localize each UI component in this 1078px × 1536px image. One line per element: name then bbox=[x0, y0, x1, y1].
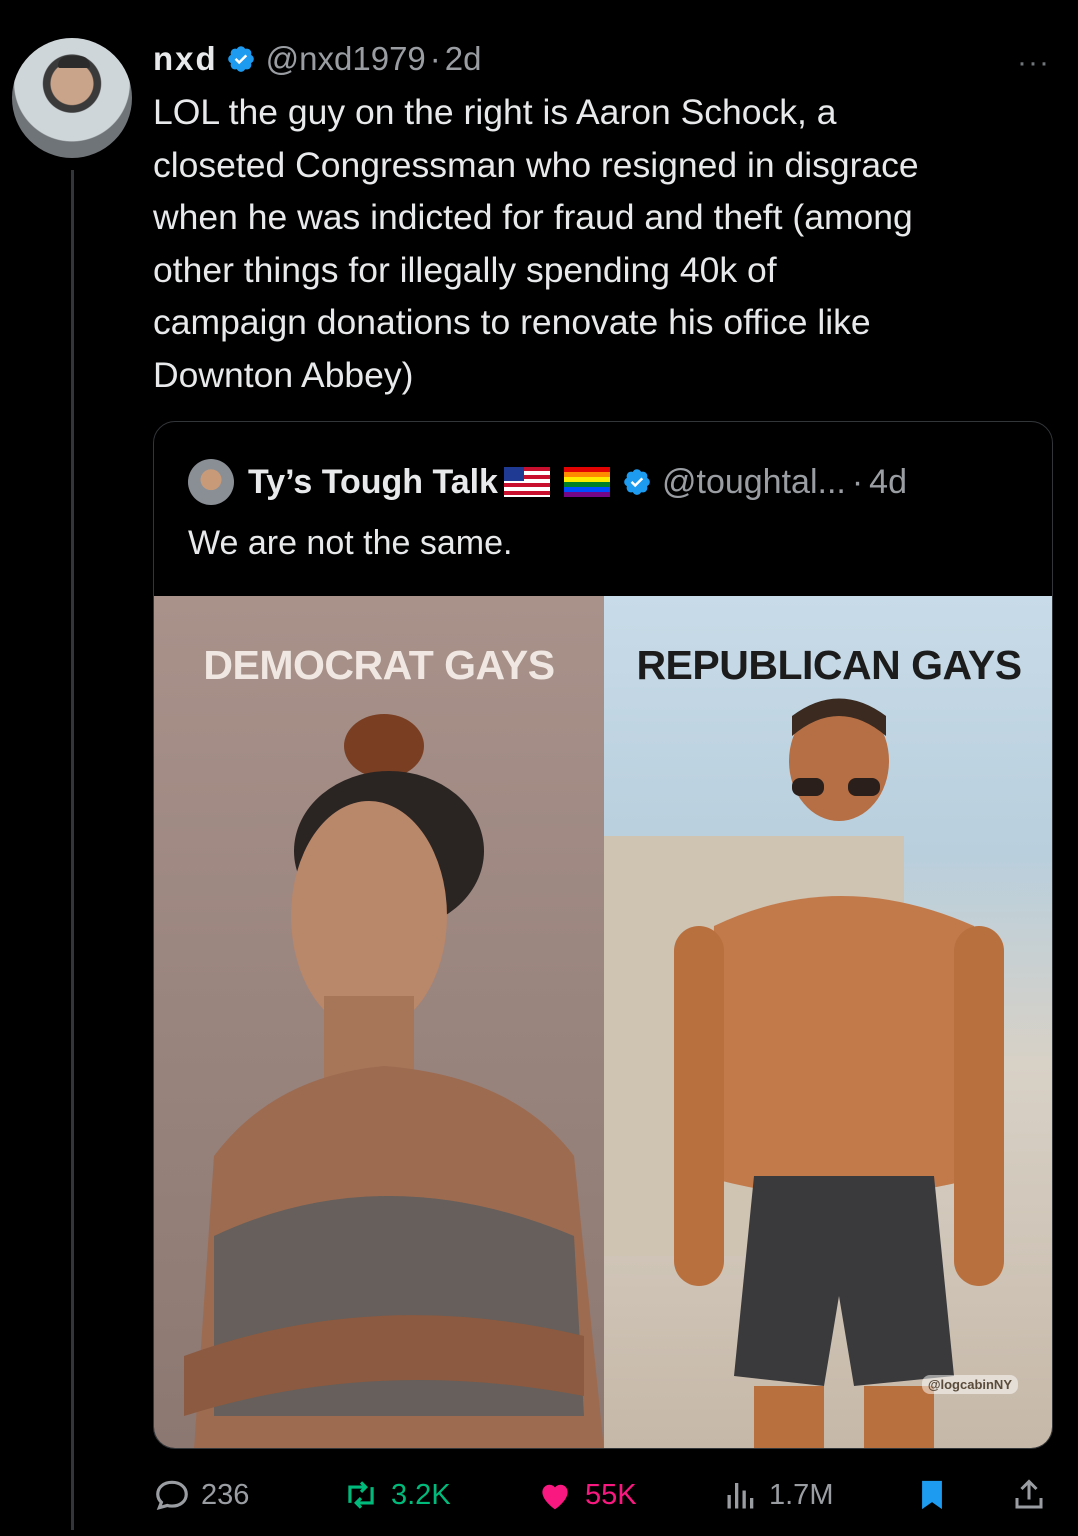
us-flag-icon bbox=[503, 467, 550, 497]
left-caption: DEMOCRAT GAYS bbox=[203, 642, 555, 688]
reply-button[interactable]: 236 bbox=[153, 1470, 249, 1520]
views-button[interactable]: 1.7M bbox=[723, 1470, 833, 1520]
quote-verified-badge-icon bbox=[624, 469, 650, 495]
repost-button[interactable]: 3.2K bbox=[341, 1470, 451, 1520]
rainbow-flag-icon bbox=[563, 467, 610, 497]
repost-count: 3.2K bbox=[391, 1478, 451, 1511]
tweet-time[interactable]: 2d bbox=[445, 40, 482, 78]
quote-separator: · bbox=[851, 462, 864, 501]
quote-media[interactable]: DEMOCRAT GAYS REPUBLICAN GAYS @logcabinN… bbox=[154, 596, 1052, 1448]
author-name[interactable]: nxd bbox=[153, 40, 218, 78]
repost-icon bbox=[348, 1481, 374, 1509]
quote-author-name[interactable]: Ty’s Tough Talk bbox=[248, 463, 498, 502]
bookmark-icon bbox=[922, 1480, 942, 1510]
media-watermark: @logcabinNY bbox=[921, 1375, 1018, 1394]
like-button[interactable]: 55K bbox=[535, 1470, 637, 1520]
quote-author-handle[interactable]: @toughtal... bbox=[662, 463, 846, 502]
person-photo-left bbox=[184, 714, 604, 1448]
thread-line bbox=[71, 170, 74, 1530]
author-handle[interactable]: @nxd1979 bbox=[266, 40, 426, 78]
quoted-tweet[interactable]: Ty’s Tough Talk @toughtal... · 4d We are… bbox=[153, 421, 1053, 1449]
quote-header: Ty’s Tough Talk @toughtal... · 4d bbox=[188, 459, 907, 505]
tweet-text: LOL the guy on the right is Aaron Schock… bbox=[153, 92, 919, 395]
person-photo-right bbox=[604, 698, 1004, 1448]
share-icon bbox=[1015, 1479, 1043, 1509]
reply-icon bbox=[156, 1480, 188, 1511]
media-left-panel: DEMOCRAT GAYS bbox=[154, 596, 604, 1448]
quote-avatar[interactable] bbox=[188, 459, 234, 505]
view-count: 1.7M bbox=[769, 1478, 834, 1511]
tweet-header: nxd @nxd1979 · 2d bbox=[153, 38, 482, 80]
analytics-icon bbox=[727, 1483, 754, 1509]
more-options-icon[interactable]: ··· bbox=[1017, 46, 1050, 80]
heart-icon bbox=[542, 1484, 568, 1510]
author-avatar[interactable] bbox=[12, 38, 132, 158]
like-count: 55K bbox=[585, 1478, 637, 1511]
right-caption: REPUBLICAN GAYS bbox=[636, 642, 1022, 688]
quote-time[interactable]: 4d bbox=[869, 463, 907, 502]
bookmark-button[interactable] bbox=[915, 1470, 959, 1520]
quote-text: We are not the same. bbox=[188, 524, 513, 562]
action-bar: 236 3.2K 55K 1.7M bbox=[153, 1470, 1053, 1520]
verified-badge-icon bbox=[227, 46, 254, 72]
media-right-panel: REPUBLICAN GAYS @logcabinNY bbox=[604, 596, 1052, 1448]
share-button[interactable] bbox=[1011, 1470, 1057, 1520]
separator: · bbox=[429, 40, 441, 77]
reply-count: 236 bbox=[201, 1478, 250, 1511]
